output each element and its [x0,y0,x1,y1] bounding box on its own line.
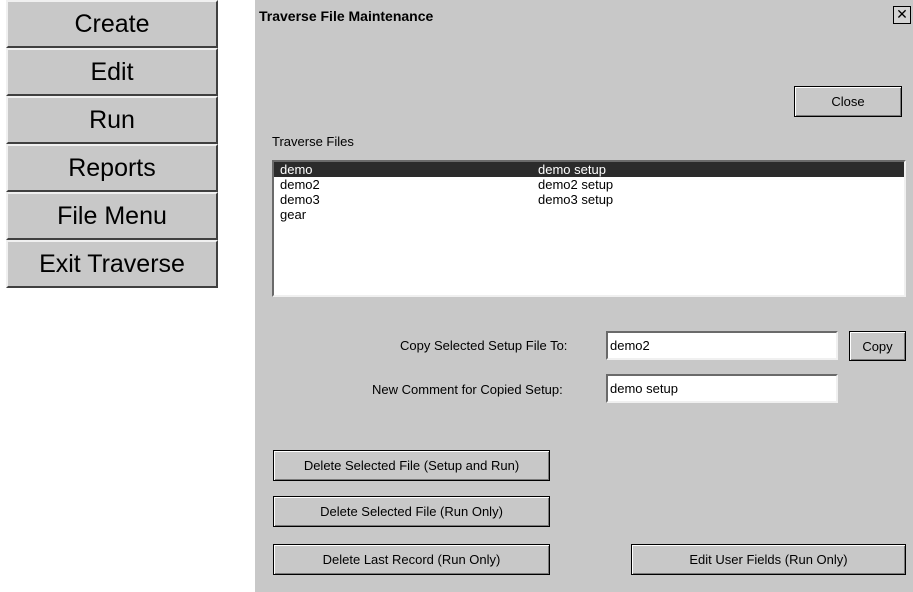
file-comment: demo2 setup [538,177,614,192]
file-name: demo [280,162,313,177]
file-name: demo2 [280,177,320,192]
file-comment: demo setup [538,162,606,177]
list-item[interactable]: demo2 demo2 setup [274,177,904,192]
main-menu: Create Edit Run Reports File Menu Exit T… [6,0,218,288]
traverse-files-label: Traverse Files [272,134,354,149]
exit-traverse-button[interactable]: Exit Traverse [6,240,218,288]
copy-button[interactable]: Copy [849,331,906,361]
traverse-file-maintenance-dialog: Traverse File Maintenance ✕ Close Traver… [255,0,913,592]
file-name: gear [280,207,307,222]
list-item[interactable]: gear [274,207,904,222]
run-button[interactable]: Run [6,96,218,144]
list-item[interactable]: demo3 demo3 setup [274,192,904,207]
edit-button[interactable]: Edit [6,48,218,96]
dialog-title: Traverse File Maintenance [259,8,434,24]
close-icon[interactable]: ✕ [893,6,911,24]
file-comment: demo3 setup [538,192,614,207]
new-comment-field[interactable] [606,374,838,403]
file-name: demo3 [280,192,320,207]
title-bar: Traverse File Maintenance ✕ [255,0,913,30]
delete-run-only-button[interactable]: Delete Selected File (Run Only) [273,496,550,527]
traverse-files-list[interactable]: demo demo setup demo2 demo2 setup demo3 … [272,160,906,297]
delete-setup-and-run-button[interactable]: Delete Selected File (Setup and Run) [273,450,550,481]
list-item[interactable]: demo demo setup [274,162,904,177]
copy-to-field[interactable] [606,331,838,360]
close-button[interactable]: Close [794,86,902,117]
edit-user-fields-button[interactable]: Edit User Fields (Run Only) [631,544,906,575]
create-button[interactable]: Create [6,0,218,48]
file-menu-button[interactable]: File Menu [6,192,218,240]
delete-last-record-button[interactable]: Delete Last Record (Run Only) [273,544,550,575]
new-comment-label: New Comment for Copied Setup: [372,382,563,397]
copy-to-label: Copy Selected Setup File To: [400,338,568,353]
reports-button[interactable]: Reports [6,144,218,192]
